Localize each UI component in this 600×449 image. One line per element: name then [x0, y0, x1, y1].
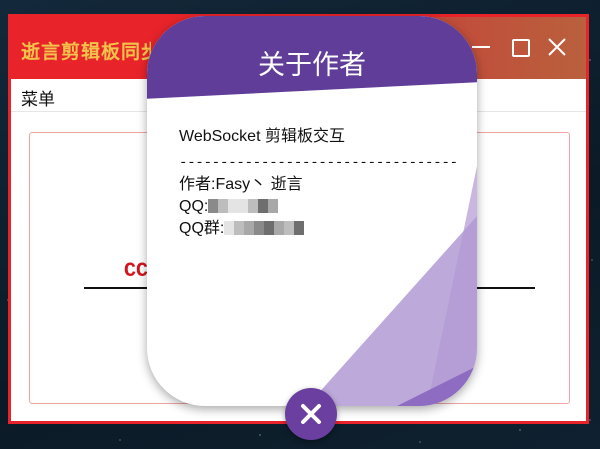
- menu-item[interactable]: 菜单: [21, 85, 55, 110]
- content-text: CC: [124, 260, 149, 283]
- corner-decoration: [307, 166, 477, 406]
- about-dialog: 关于作者 WebSocket 剪辑板交互 -------------------…: [147, 16, 477, 406]
- dialog-close-button[interactable]: [285, 388, 337, 440]
- close-icon[interactable]: [545, 35, 569, 59]
- maximize-icon[interactable]: [508, 35, 532, 59]
- app-title: 逝言剪辑板同步: [21, 42, 151, 63]
- close-icon: [301, 404, 321, 424]
